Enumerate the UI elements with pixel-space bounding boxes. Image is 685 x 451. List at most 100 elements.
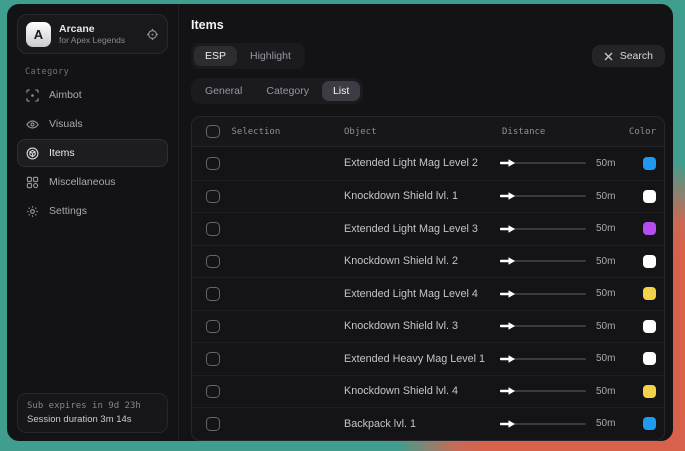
distance-slider[interactable]	[502, 260, 586, 262]
brand-card: A Arcane for Apex Legends	[17, 14, 168, 54]
sidebar-nav: Aimbot Visuals Items	[17, 81, 168, 225]
object-name: Backpack lvl. 1	[344, 418, 502, 430]
sidebar-item-label: Settings	[49, 205, 87, 217]
eye-icon	[26, 118, 39, 131]
main-panel: Items ESP Highlight Search General Categ…	[179, 4, 673, 441]
object-name: Knockdown Shield lvl. 2	[344, 255, 502, 267]
sidebar-item-aimbot[interactable]: Aimbot	[17, 81, 168, 109]
object-name: Extended Heavy Mag Level 1	[344, 353, 502, 365]
object-name: Knockdown Shield lvl. 3	[344, 320, 502, 332]
table-row: Knockdown Shield lvl. 2 50m	[192, 245, 664, 278]
controls-row: ESP Highlight Search	[191, 43, 665, 69]
target-icon[interactable]	[146, 28, 159, 41]
page-title: Items	[191, 18, 665, 32]
column-header-color: Color	[624, 127, 664, 137]
slider-thumb-icon[interactable]	[500, 353, 517, 365]
slider-thumb-icon[interactable]	[500, 223, 517, 235]
slider-thumb-icon[interactable]	[500, 320, 517, 332]
row-checkbox[interactable]	[206, 287, 220, 301]
color-swatch[interactable]	[643, 255, 656, 268]
color-swatch[interactable]	[643, 190, 656, 203]
sidebar-item-miscellaneous[interactable]: Miscellaneous	[17, 168, 168, 196]
table-row: Extended Light Mag Level 4 50m	[192, 277, 664, 310]
desktop-background: A Arcane for Apex Legends Category	[0, 0, 685, 451]
tab-list[interactable]: List	[322, 81, 360, 101]
object-name: Extended Light Mag Level 4	[344, 288, 502, 300]
row-checkbox[interactable]	[206, 352, 220, 366]
distance-slider[interactable]	[502, 390, 586, 392]
distance-slider[interactable]	[502, 228, 586, 230]
column-header-selection: Selection	[232, 127, 281, 137]
distance-value: 50m	[596, 256, 615, 267]
color-swatch[interactable]	[643, 222, 656, 235]
slider-thumb-icon[interactable]	[500, 255, 517, 267]
distance-slider[interactable]	[502, 358, 586, 360]
object-name: Knockdown Shield lvl. 1	[344, 190, 502, 202]
row-checkbox[interactable]	[206, 190, 220, 204]
app-window: A Arcane for Apex Legends Category	[7, 4, 673, 441]
tab-general[interactable]: General	[194, 81, 253, 101]
table-row: Backpack lvl. 1 50m	[192, 407, 664, 440]
sidebar-item-label: Miscellaneous	[49, 176, 116, 188]
session-duration-text: Session duration 3m 14s	[27, 413, 158, 426]
color-swatch[interactable]	[643, 352, 656, 365]
sidebar-item-label: Visuals	[49, 118, 83, 130]
table-row: Extended Heavy Mag Level 1 50m	[192, 342, 664, 375]
row-checkbox[interactable]	[206, 385, 220, 399]
view-tabs-row: General Category List	[191, 78, 665, 104]
distance-value: 50m	[596, 321, 615, 332]
distance-value: 50m	[596, 288, 615, 299]
distance-value: 50m	[596, 353, 615, 364]
app-logo: A	[26, 22, 51, 47]
sidebar-item-label: Aimbot	[49, 89, 82, 101]
row-checkbox[interactable]	[206, 320, 220, 334]
color-swatch[interactable]	[643, 157, 656, 170]
row-checkbox[interactable]	[206, 157, 220, 171]
search-button-label: Search	[620, 50, 653, 62]
sidebar-item-settings[interactable]: Settings	[17, 197, 168, 225]
table-row-partial	[192, 440, 664, 442]
package-icon	[26, 147, 39, 160]
sidebar-item-items[interactable]: Items	[17, 139, 168, 167]
row-checkbox[interactable]	[206, 417, 220, 431]
search-button[interactable]: Search	[592, 45, 665, 67]
row-checkbox[interactable]	[206, 255, 220, 269]
column-header-distance: Distance	[502, 127, 624, 137]
distance-value: 50m	[596, 223, 615, 234]
color-swatch[interactable]	[643, 287, 656, 300]
brand-text: Arcane for Apex Legends	[59, 23, 138, 46]
slider-thumb-icon[interactable]	[500, 157, 517, 169]
tab-esp[interactable]: ESP	[194, 46, 237, 66]
x-icon	[604, 52, 613, 61]
mode-segmented-control: ESP Highlight	[191, 43, 305, 69]
slider-thumb-icon[interactable]	[500, 385, 517, 397]
distance-value: 50m	[596, 191, 615, 202]
distance-slider[interactable]	[502, 325, 586, 327]
distance-slider[interactable]	[502, 195, 586, 197]
sidebar-item-visuals[interactable]: Visuals	[17, 110, 168, 138]
object-name: Extended Light Mag Level 3	[344, 223, 502, 235]
color-swatch[interactable]	[643, 417, 656, 430]
row-checkbox[interactable]	[206, 222, 220, 236]
distance-slider[interactable]	[502, 162, 586, 164]
color-swatch[interactable]	[643, 320, 656, 333]
tab-category[interactable]: Category	[255, 81, 320, 101]
sub-expiry-text: Sub expires in 9d 23h	[27, 400, 158, 413]
sidebar-item-label: Items	[49, 147, 75, 159]
table-row: Knockdown Shield lvl. 1 50m	[192, 180, 664, 213]
slider-thumb-icon[interactable]	[500, 418, 517, 430]
view-segmented-control: General Category List	[191, 78, 363, 104]
items-table: Selection Object Distance Color Extended…	[191, 116, 665, 441]
slider-thumb-icon[interactable]	[500, 288, 517, 300]
select-all-checkbox[interactable]	[206, 125, 220, 139]
app-subtitle: for Apex Legends	[59, 35, 138, 46]
distance-value: 50m	[596, 158, 615, 169]
table-row: Knockdown Shield lvl. 4 50m	[192, 375, 664, 408]
tab-highlight[interactable]: Highlight	[239, 46, 302, 66]
distance-slider[interactable]	[502, 293, 586, 295]
object-name: Knockdown Shield lvl. 4	[344, 385, 502, 397]
color-swatch[interactable]	[643, 385, 656, 398]
table-row: Extended Light Mag Level 2 50m	[192, 147, 664, 180]
distance-slider[interactable]	[502, 423, 586, 425]
slider-thumb-icon[interactable]	[500, 190, 517, 202]
